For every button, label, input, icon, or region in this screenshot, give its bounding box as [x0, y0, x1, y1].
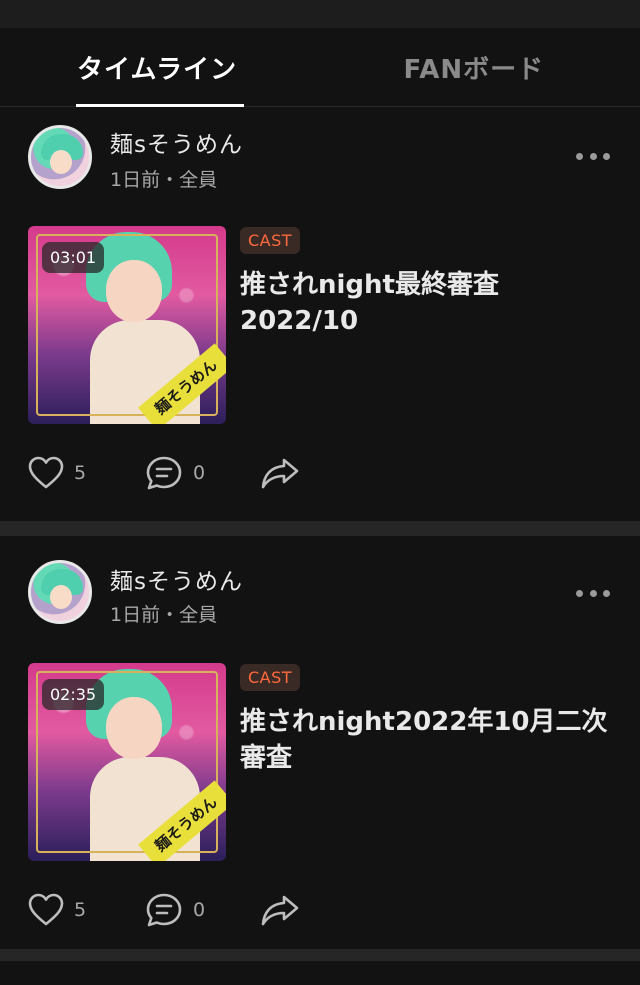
- post-title-line-1: 推されnight最終審査: [240, 270, 499, 300]
- more-icon: [576, 590, 583, 597]
- video-duration: 02:35: [42, 679, 105, 710]
- comment-count: 0: [193, 899, 206, 921]
- post-title[interactable]: 推されnight最終審査 2022/10: [240, 267, 610, 339]
- video-thumbnail[interactable]: 麺そうめん 03:01: [28, 226, 226, 424]
- video-duration: 03:01: [42, 242, 105, 273]
- like-button[interactable]: 5: [28, 893, 86, 927]
- post-title-line-2: 審査: [240, 743, 293, 773]
- tab-timeline-label: タイムライン: [77, 54, 238, 85]
- heart-icon: [28, 456, 64, 489]
- post-username[interactable]: 麺sそうめん: [110, 562, 243, 596]
- heart-icon: [28, 893, 64, 926]
- like-button[interactable]: 5: [28, 456, 86, 490]
- comment-icon: [146, 893, 182, 927]
- tab-fan-board-label: FANボード: [403, 54, 545, 85]
- avatar[interactable]: [28, 125, 92, 189]
- tab-timeline[interactable]: タイムライン: [0, 28, 314, 107]
- post-card: 麺sそうめん 1日前・全員 麺そうめん 02:35 CAST 推されnight2…: [0, 536, 640, 949]
- post-title[interactable]: 推されnight2022年10月二次 審査: [240, 704, 610, 776]
- more-options-button[interactable]: [576, 590, 610, 598]
- status-bar: [0, 0, 640, 28]
- more-options-button[interactable]: [576, 153, 610, 161]
- more-icon: [576, 153, 583, 160]
- tab-bar: タイムライン FANボード: [0, 28, 640, 107]
- share-icon: [261, 895, 299, 926]
- video-thumbnail[interactable]: 麺そうめん 02:35: [28, 663, 226, 861]
- post-meta: 1日前・全員: [110, 604, 218, 626]
- avatar[interactable]: [28, 560, 92, 624]
- comment-icon: [146, 456, 182, 490]
- post-title-line-2: 2022/10: [240, 306, 359, 336]
- post-title-line-1: 推されnight2022年10月二次: [240, 707, 608, 737]
- comment-count: 0: [193, 462, 206, 484]
- cast-badge: CAST: [240, 227, 301, 254]
- cast-badge: CAST: [240, 664, 301, 691]
- tab-fan-board[interactable]: FANボード: [314, 28, 640, 106]
- like-count: 5: [74, 899, 87, 921]
- post-meta: 1日前・全員: [110, 169, 218, 191]
- like-count: 5: [74, 462, 87, 484]
- post-username[interactable]: 麺sそうめん: [110, 125, 243, 159]
- comment-button[interactable]: 0: [145, 892, 205, 928]
- share-button[interactable]: [260, 456, 300, 490]
- post-divider: [0, 949, 640, 961]
- share-button[interactable]: [260, 893, 300, 927]
- comment-button[interactable]: 0: [145, 455, 205, 491]
- post-card: 麺sそうめん 1日前・全員 麺そうめん 03:01 CAST 推されnight最…: [0, 107, 640, 521]
- post-divider: [0, 521, 640, 536]
- share-icon: [261, 458, 299, 489]
